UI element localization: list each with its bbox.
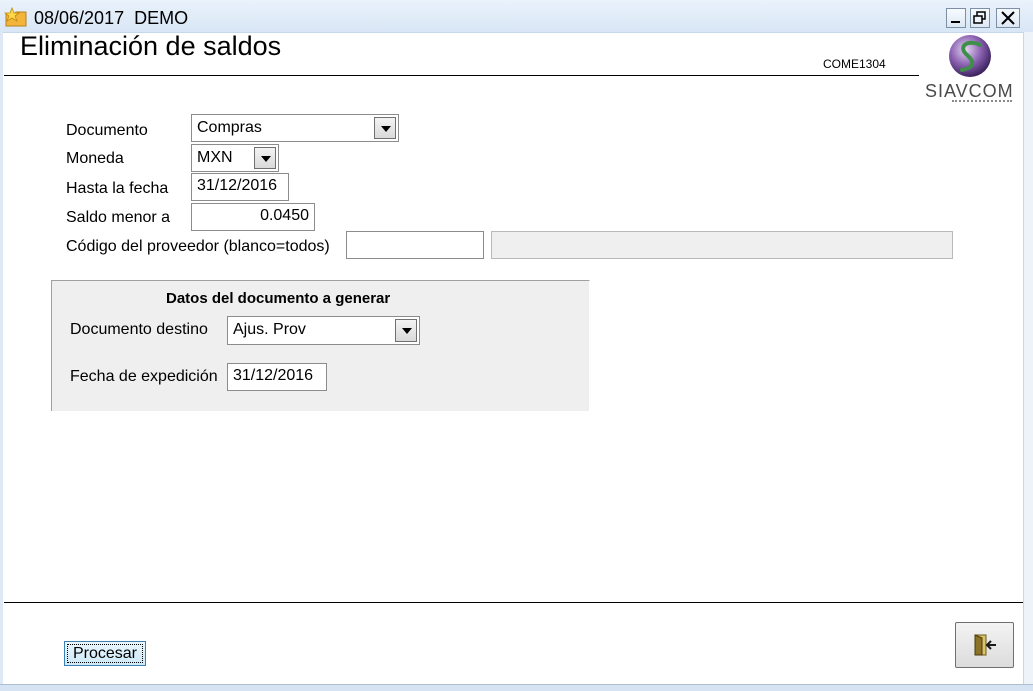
- fecha-expedicion-input[interactable]: 31/12/2016: [227, 363, 327, 391]
- documento-destino-dropdown-button[interactable]: [395, 319, 417, 342]
- siavcom-logo-mark: [949, 35, 991, 77]
- hasta-fecha-label: Hasta la fecha: [66, 180, 169, 197]
- chevron-down-icon: [402, 328, 412, 334]
- documento-destino-value: Ajus. Prov: [233, 321, 306, 338]
- hasta-fecha-input[interactable]: 31/12/2016: [191, 173, 289, 201]
- window-frame-right: [1023, 32, 1033, 691]
- documento-dropdown-button[interactable]: [374, 117, 396, 139]
- documento-destino-label: Documento destino: [70, 321, 208, 338]
- documento-select[interactable]: Compras: [191, 114, 399, 142]
- header-divider: [4, 75, 919, 76]
- documento-destino-select[interactable]: Ajus. Prov: [227, 316, 420, 345]
- saldo-menor-input[interactable]: 0.0450: [191, 203, 315, 231]
- process-button[interactable]: Procesar: [64, 641, 146, 666]
- fecha-expedicion-label: Fecha de expedición: [70, 368, 218, 385]
- restore-icon: [973, 11, 986, 24]
- siavcom-logo: SIAVCOM: [922, 34, 1018, 104]
- app-folder-star-icon: [4, 6, 27, 27]
- minimize-icon: [951, 21, 960, 23]
- chevron-down-icon: [381, 126, 391, 132]
- exit-door-icon: [974, 634, 996, 656]
- moneda-dropdown-button[interactable]: [254, 147, 276, 169]
- footer-divider: [4, 602, 1023, 603]
- group-title: Datos del documento a generar: [166, 290, 391, 307]
- close-icon: [1001, 11, 1015, 25]
- chevron-down-icon: [261, 156, 271, 162]
- exit-button[interactable]: [955, 622, 1014, 668]
- proveedor-name-field: [491, 231, 953, 259]
- window-frame-left: [0, 32, 3, 691]
- moneda-label: Moneda: [66, 150, 124, 167]
- close-button[interactable]: [996, 8, 1020, 28]
- form-code: COME1304: [823, 57, 886, 71]
- logo-underline: [952, 100, 1012, 102]
- documento-label: Documento: [66, 122, 148, 139]
- minimize-button[interactable]: [946, 8, 966, 28]
- window-title: 08/06/2017 DEMO: [34, 8, 189, 28]
- proveedor-code-input[interactable]: [346, 231, 484, 259]
- logo-text: SIAVCOM: [925, 81, 1014, 101]
- documento-value: Compras: [197, 119, 262, 136]
- saldo-menor-label: Saldo menor a: [66, 209, 171, 226]
- window-frame-bottom: [0, 684, 1033, 691]
- page-title: Eliminación de saldos: [20, 31, 282, 61]
- moneda-value: MXN: [197, 149, 233, 166]
- moneda-select[interactable]: MXN: [191, 144, 279, 172]
- restore-button[interactable]: [970, 8, 990, 28]
- proveedor-label: Código del proveedor (blanco=todos): [66, 238, 330, 255]
